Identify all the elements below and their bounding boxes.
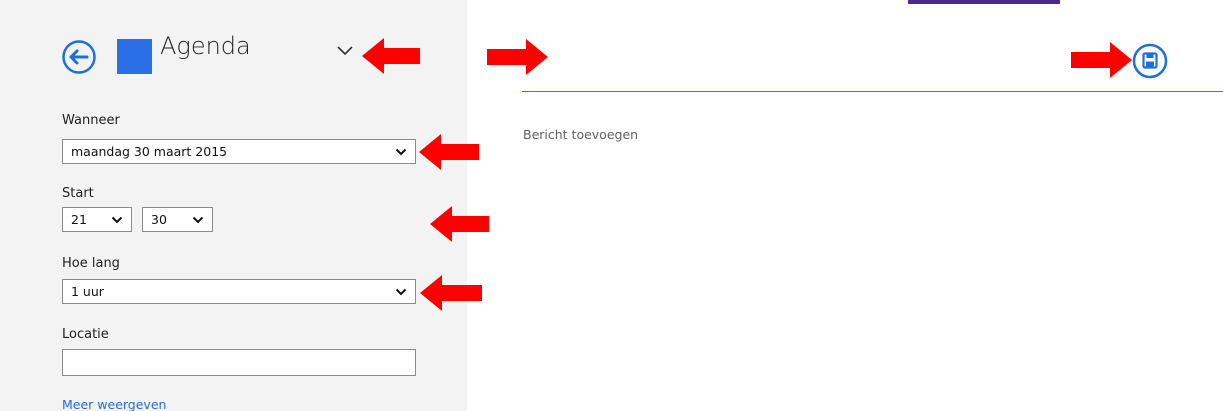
- duration-value: 1 uur: [71, 284, 104, 299]
- start-label: Start: [62, 186, 94, 201]
- annotation-arrow-icon: [420, 275, 482, 311]
- calendar-color-swatch: [117, 39, 152, 74]
- chevron-down-icon: [111, 216, 123, 224]
- annotation-arrow-icon: [362, 38, 420, 74]
- back-button[interactable]: [62, 40, 96, 74]
- location-label: Locatie: [62, 327, 109, 342]
- location-input[interactable]: [62, 349, 416, 376]
- annotation-arrow-icon: [430, 206, 489, 242]
- start-hour-value: 21: [71, 212, 87, 227]
- start-hour-select[interactable]: 21: [62, 207, 132, 232]
- date-value: maandag 30 maart 2015: [71, 144, 228, 159]
- chevron-down-icon: [395, 288, 407, 296]
- top-tab-indicator: [908, 0, 1060, 4]
- chevron-down-icon[interactable]: [335, 42, 355, 58]
- chevron-down-icon: [395, 148, 407, 156]
- start-minute-value: 30: [151, 212, 167, 227]
- annotation-arrow-icon: [419, 134, 479, 170]
- show-more-link[interactable]: Meer weergeven: [62, 397, 166, 411]
- when-label: Wanneer: [62, 113, 120, 128]
- annotation-arrow-icon: [1071, 42, 1132, 78]
- start-minute-select[interactable]: 30: [142, 207, 213, 232]
- chevron-down-icon: [192, 216, 204, 224]
- date-select[interactable]: maandag 30 maart 2015: [62, 139, 416, 164]
- annotation-arrow-icon: [487, 39, 548, 75]
- duration-label: Hoe lang: [62, 256, 120, 271]
- save-button[interactable]: [1132, 43, 1168, 79]
- title-underline: [522, 91, 1223, 92]
- calendar-name[interactable]: Agenda: [160, 32, 251, 60]
- message-field[interactable]: Bericht toevoegen: [523, 127, 638, 142]
- duration-select[interactable]: 1 uur: [62, 279, 416, 304]
